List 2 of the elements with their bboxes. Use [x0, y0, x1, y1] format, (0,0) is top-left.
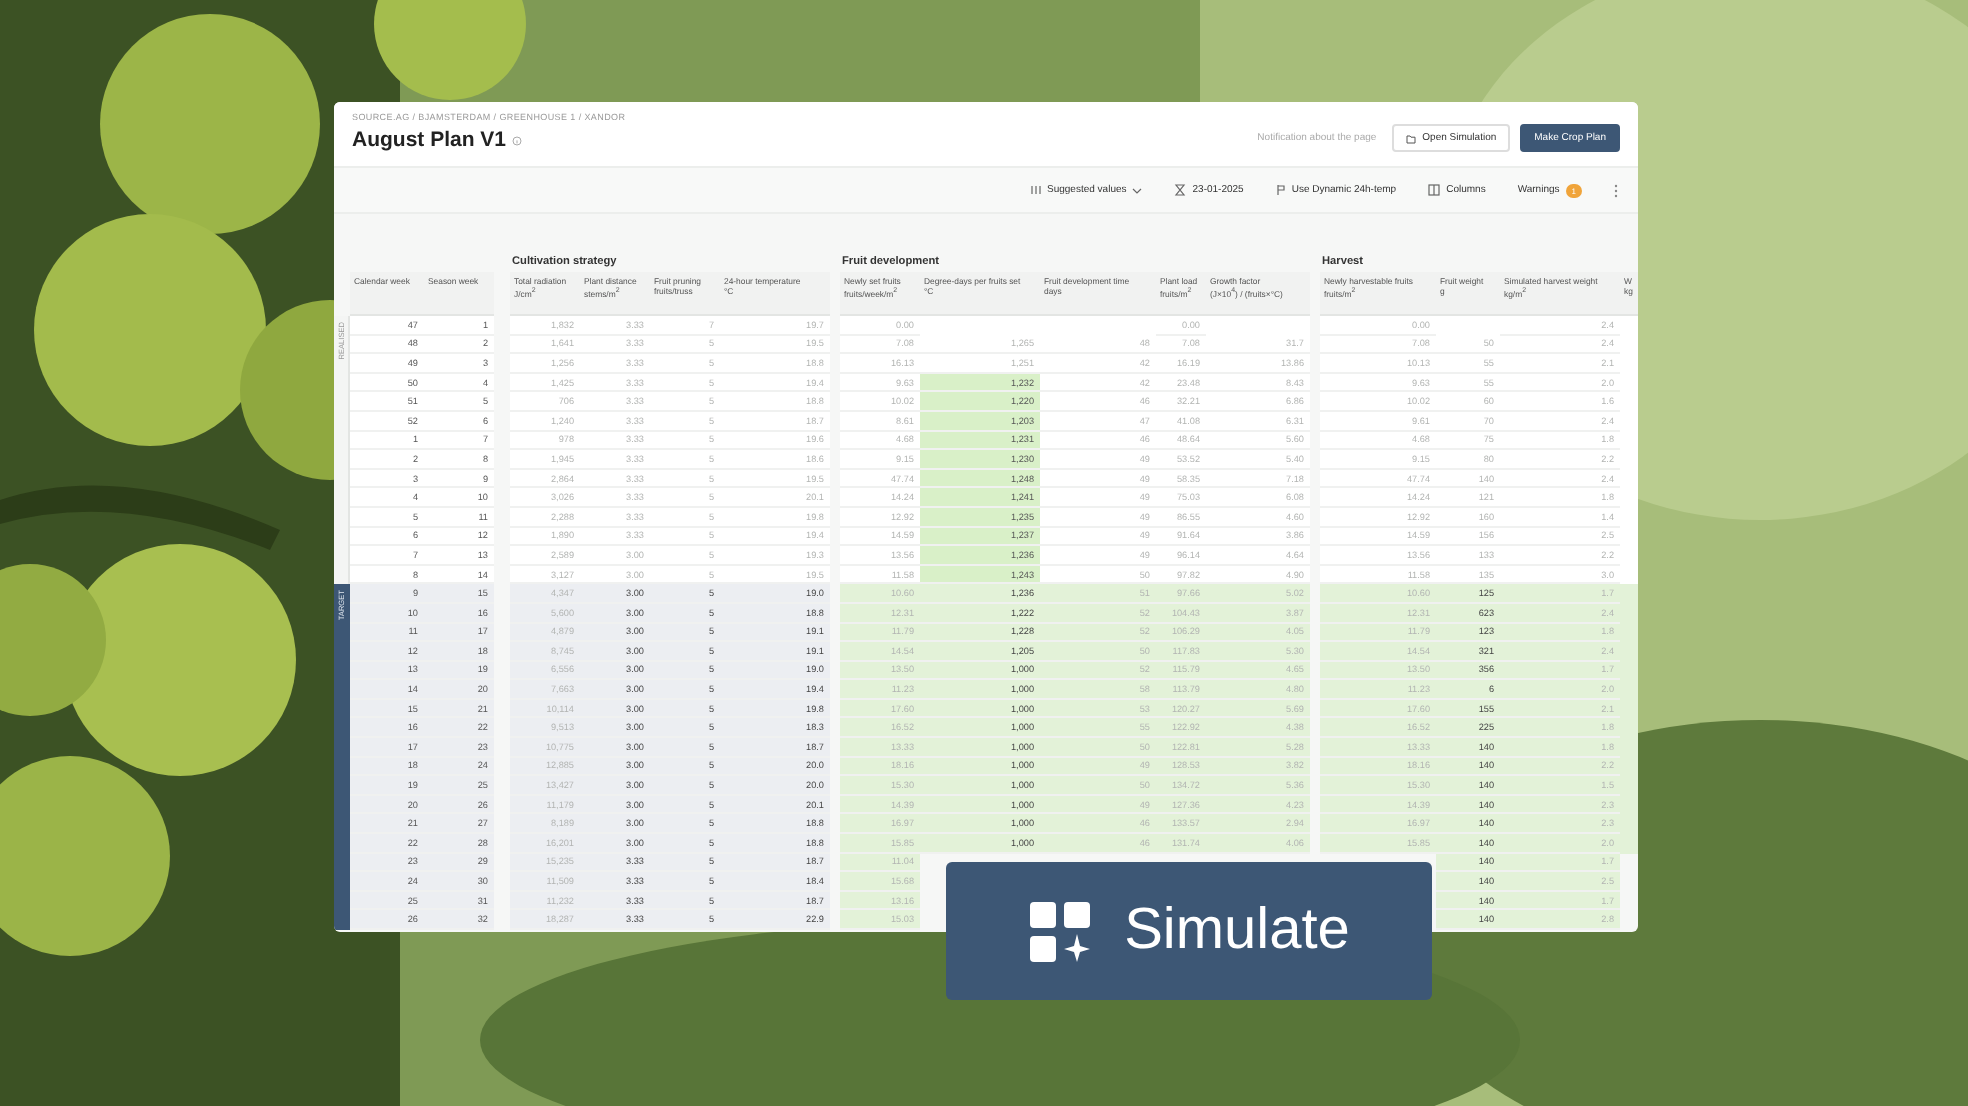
simulate-button[interactable]: Simulate [946, 862, 1432, 1000]
page-title: August Plan V1 [352, 128, 507, 152]
